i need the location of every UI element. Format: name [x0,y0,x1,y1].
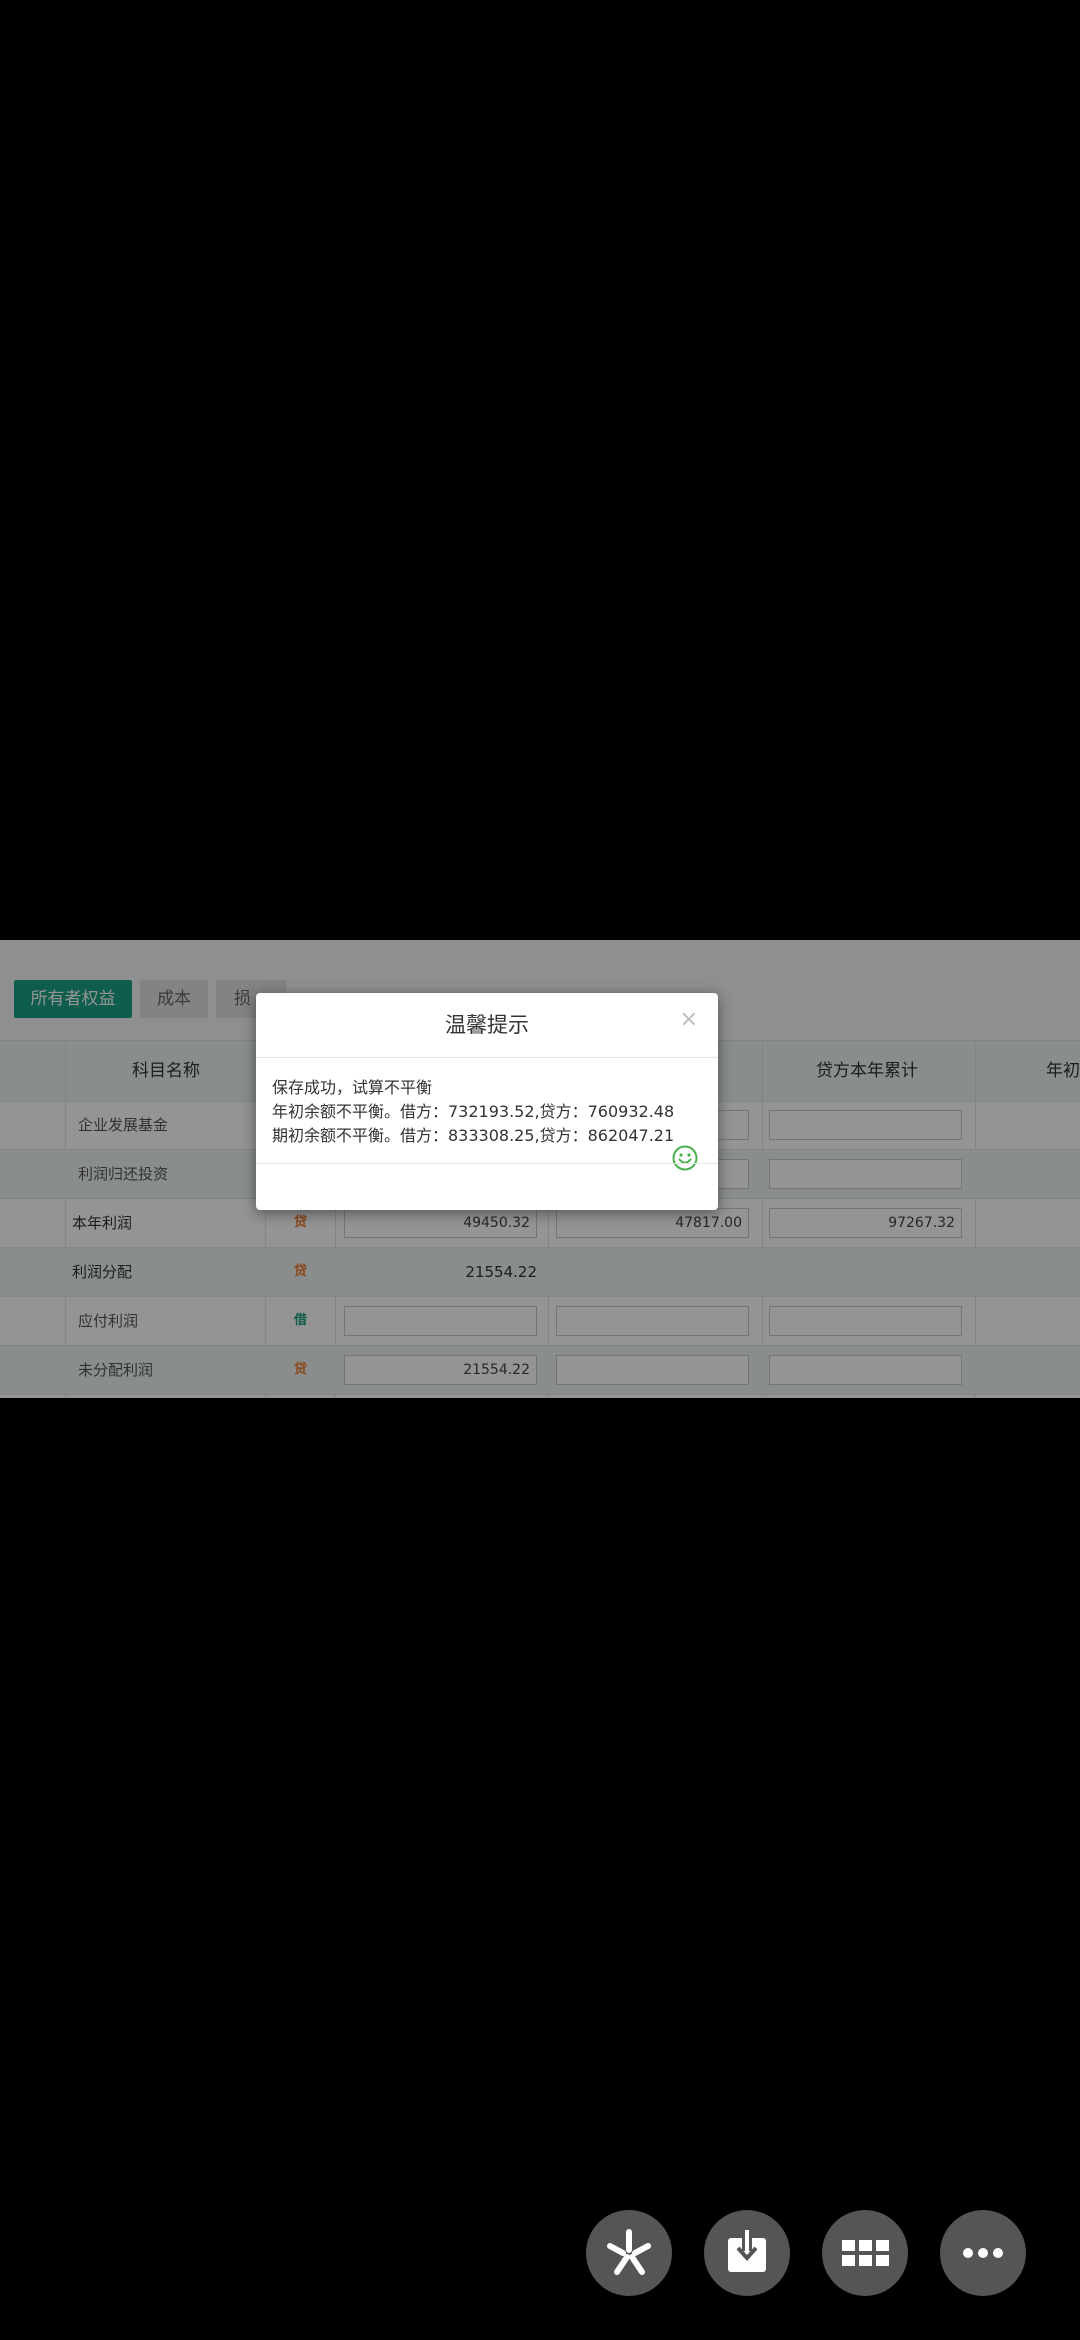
grid-icon [842,2240,889,2266]
more-button[interactable] [940,2210,1026,2296]
message-line: 年初余额不平衡。借方：732193.52,贷方：760932.48 [272,1102,675,1121]
sparkle-button[interactable] [586,2210,672,2296]
message-line: 期初余额不平衡。借方：833308.25,贷方：862047.21 [272,1126,675,1145]
more-icon [963,2248,1003,2258]
close-icon[interactable]: × [680,1007,698,1032]
message-line: 保存成功，试算不平衡 [272,1078,433,1097]
download-icon [728,2229,766,2272]
dialog-divider [256,1163,718,1164]
download-button[interactable] [704,2210,790,2296]
grid-button[interactable] [822,2210,908,2296]
dialog-divider [256,1057,718,1058]
dialog-title: 温馨提示 [445,1013,529,1037]
alert-dialog: 温馨提示 × 保存成功，试算不平衡 年初余额不平衡。借方：732193.52,贷… [256,993,718,1210]
sparkle-icon [607,2229,651,2275]
dialog-message: 保存成功，试算不平衡 年初余额不平衡。借方：732193.52,贷方：76093… [272,1076,674,1148]
smile-icon [672,1145,698,1171]
